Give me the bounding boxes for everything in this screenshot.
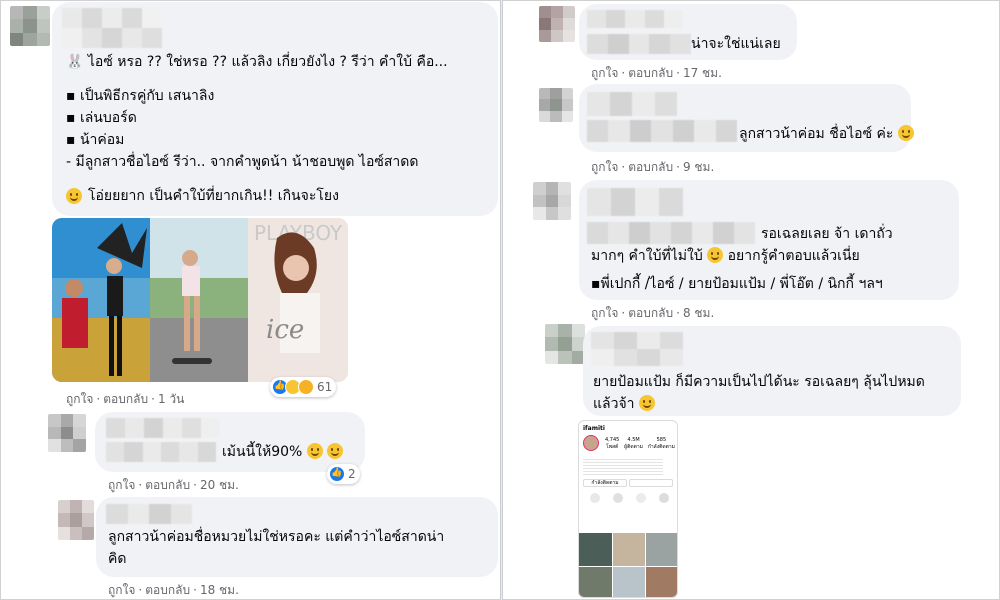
instagram-photo-grid [579,533,677,597]
comment-text-line: ▪พี่เปกกี้ /ไอซ์ / ยายป้อมแป้ม / พี่โอ๊ต… [591,276,883,292]
comment-time[interactable]: 18 ชม. [200,583,239,597]
comment-time[interactable]: 1 วัน [158,392,184,406]
blurred-username [62,8,162,48]
comment-text-line: 🐰 ไอซ์ หรอ ?? ใช่หรอ ?? แล้วลิง เกี่ยวยั… [66,54,448,70]
comment-text-content: แล้วจ้า [593,396,635,412]
instagram-stats: 4,745 โพสต์ 4.5M ผู้ติดตาม 585 กำลังติดตาม [605,437,675,451]
comment-time[interactable]: 9 ชม. [683,160,714,174]
laugh-emoji-icon [327,443,344,459]
avatar[interactable] [58,500,94,540]
comment-actions: ถูกใจ · ตอบกลับ · 17 ชม. [591,66,722,80]
stat-label: โพสต์ [606,444,619,450]
comment-text-line: รอเฉลยเลย จ้า เดาถั่ว [761,226,893,242]
comment-text-line-content: โอ่ยยยาก เป็นคำใบ้ที่ยากเกิน!! เกินจะโยง [88,188,339,204]
like-link[interactable]: ถูกใจ [591,66,618,80]
avatar[interactable] [533,182,571,220]
photo-collage-image: PLAYBOY ice [52,218,348,382]
comment-text-line: แล้วจ้า [593,394,655,414]
instagram-stat: 585 กำลังติดตาม [648,437,675,451]
reply-link[interactable]: ตอบกลับ [145,583,190,597]
instagram-message-button[interactable] [629,479,673,487]
comment-text-content: ลูกสาวน้าค่อม ชื่อไอซ์ ค่ะ [739,126,894,142]
left-comment-panel: 🐰 ไอซ์ หรอ ?? ใช่หรอ ?? แล้วลิง เกี่ยวยั… [0,0,500,600]
comment-actions: ถูกใจ · ตอบกลับ · 9 ชม. [591,160,715,174]
blurred-username [106,504,192,524]
blurred-text [587,34,691,54]
blurred-text [587,222,755,244]
comment-time[interactable]: 8 ชม. [683,306,714,320]
comment-time[interactable]: 17 ชม. [683,66,722,80]
instagram-stat: 4.5M ผู้ติดตาม [624,437,643,451]
svg-text:ice: ice [266,315,304,345]
smile-emoji-icon [707,247,724,263]
comment-text-line: คิด [108,551,127,567]
blurred-text [587,120,737,142]
instagram-highlights [583,493,675,507]
comment-text-line: ยายป้อมแป้ม ก็มีความเป็นไปได้นะ รอเฉลยๆ … [593,374,925,390]
comment-text-line: โอ่ยยยาก เป็นคำใบ้ที่ยากเกิน!! เกินจะโยง [66,186,339,206]
blurred-username [587,92,677,116]
instagram-stat: 4,745 โพสต์ [605,437,619,451]
comment-text-line: ▪ เป็นพิธีกรคู่กับ เสนาลิง [66,88,215,104]
reaction-summary[interactable]: 👍 61 [270,377,337,397]
comment-text-line: - มีลูกสาวชื่อไอซ์ รีว่า.. จากคำพูดน้า น… [66,154,419,170]
blurred-username [587,10,683,28]
avatar[interactable] [539,88,573,122]
right-comment-panel: น่าจะใช่แน่เลย ถูกใจ · ตอบกลับ · 17 ชม. ลูกส… [503,0,1000,600]
blurred-username [106,418,220,438]
comment-text-content: มากๆ คำใบ้ที่ไม่ใบ้ [591,248,703,264]
screenshot-collage: 🐰 ไอซ์ หรอ ?? ใช่หรอ ?? แล้วลิง เกี่ยวยั… [0,0,1000,600]
comment-text: น่าจะใช่แน่เลย [691,36,781,52]
blurred-text [106,442,216,462]
comment-text-line: ▪ น้าค่อม [66,132,125,148]
like-link[interactable]: ถูกใจ [108,583,135,597]
blurred-username [587,188,683,216]
attached-photo[interactable]: PLAYBOY ice [52,218,348,382]
comment-text: เม้นนี้ให้90% [222,442,344,462]
comment-text-line: มากๆ คำใบ้ที่ไม่ใบ้ อยากรู้คำตอบแล้วเนี่… [591,246,860,266]
wow-reaction-icon [298,379,314,395]
reply-link[interactable]: ตอบกลับ [145,478,190,492]
reply-link[interactable]: ตอบกลับ [628,66,673,80]
instagram-bio [583,457,663,475]
blurred-username [591,332,683,366]
comment-actions: ถูกใจ · ตอบกลับ · 8 ชม. [591,306,715,320]
instagram-follow-button[interactable]: กำลังติดตาม [583,479,627,487]
comment-actions: ถูกใจ · ตอบกลับ · 1 วัน [66,392,185,406]
avatar[interactable] [48,414,86,452]
instagram-username: ifamiti [583,425,605,432]
like-reaction-icon: 👍 [329,466,345,482]
avatar[interactable] [545,324,585,364]
comment-text-line: ▪ เล่นบอร์ด [66,110,137,126]
comment-actions: ถูกใจ · ตอบกลับ · 20 ชม. [108,478,239,492]
comment-time[interactable]: 20 ชม. [200,478,239,492]
like-link[interactable]: ถูกใจ [108,478,135,492]
laugh-emoji-icon [306,443,323,459]
reaction-count: 61 [317,380,333,394]
avatar[interactable] [10,6,50,46]
stat-label: กำลังติดตาม [647,444,675,450]
reaction-count: 2 [348,467,356,481]
comment-text-content: เม้นนี้ให้90% [222,444,303,460]
smile-emoji-icon [897,125,914,141]
stat-label: ผู้ติดตาม [624,444,643,450]
reply-link[interactable]: ตอบกลับ [628,306,673,320]
instagram-profile-screenshot[interactable]: ifamiti 4,745 โพสต์ 4.5M ผู้ติดตาม 585 กำลั… [578,420,678,598]
like-link[interactable]: ถูกใจ [66,392,93,406]
comment-actions: ถูกใจ · ตอบกลับ · 18 ชม. [108,583,239,597]
comment-text-line: ลูกสาวน้าค่อมชื่อหมวยไม่ใช่หรอคะ แต่คำว่… [108,529,445,545]
smile-emoji-icon [638,395,655,411]
like-link[interactable]: ถูกใจ [591,160,618,174]
blush-emoji-icon [66,188,82,204]
like-link[interactable]: ถูกใจ [591,306,618,320]
comment-text-content: อยากรู้คำตอบแล้วเนี่ย [727,248,860,264]
reply-link[interactable]: ตอบกลับ [628,160,673,174]
instagram-avatar [583,435,599,451]
comment-text: ลูกสาวน้าค่อม ชื่อไอซ์ ค่ะ [739,124,914,144]
avatar[interactable] [539,6,575,42]
reaction-summary[interactable]: 👍 2 [327,464,360,484]
reply-link[interactable]: ตอบกลับ [103,392,148,406]
